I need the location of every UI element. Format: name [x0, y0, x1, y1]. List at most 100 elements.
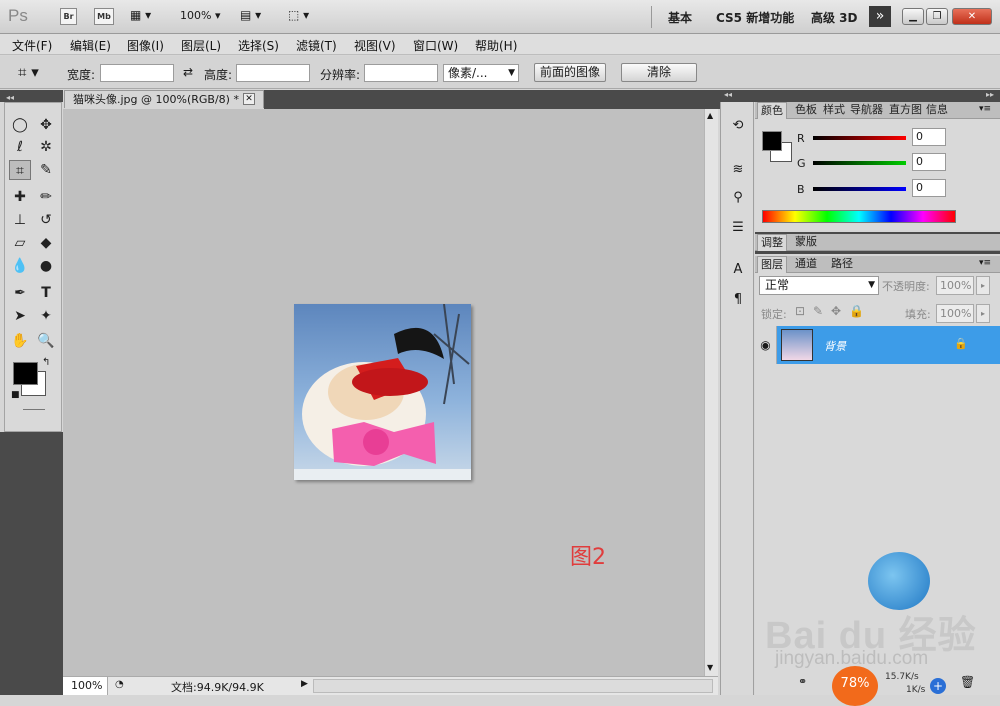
screen-mode-dropdown[interactable]: ⬚ ▾: [288, 8, 309, 22]
layer-name[interactable]: 背景: [824, 338, 846, 354]
horizontal-scrollbar[interactable]: [313, 679, 713, 693]
lasso-tool-icon[interactable]: ℓ: [9, 137, 31, 157]
mini-bridge-button[interactable]: Mb: [94, 8, 114, 25]
tab-histogram[interactable]: 直方图: [886, 102, 925, 119]
blend-mode-select[interactable]: 正常 ▼: [759, 276, 879, 295]
clear-button[interactable]: 清除: [621, 63, 697, 82]
character-panel-icon[interactable]: A: [728, 260, 748, 280]
dodge-tool-icon[interactable]: ●: [35, 256, 57, 276]
shape-tool-icon[interactable]: ✦: [35, 306, 57, 326]
layer-visibility-eye-icon[interactable]: ◉: [755, 326, 777, 364]
tab-layers[interactable]: 图层: [757, 256, 787, 273]
healing-brush-tool-icon[interactable]: ✚: [9, 187, 31, 207]
eraser-tool-icon[interactable]: ▱: [9, 233, 31, 253]
menu-filter[interactable]: 滤镜(T): [296, 37, 337, 54]
menu-edit[interactable]: 编辑(E): [70, 37, 111, 54]
fill-input[interactable]: 100%: [936, 304, 974, 323]
actions-panel-icon[interactable]: ☰: [728, 218, 748, 238]
tab-navigator[interactable]: 导航器: [847, 102, 886, 119]
red-value-input[interactable]: 0: [912, 128, 946, 146]
blue-slider[interactable]: [813, 187, 906, 191]
clone-source-panel-icon[interactable]: ⚲: [728, 188, 748, 208]
workspace-cs5-new[interactable]: CS5 新增功能: [716, 9, 794, 26]
width-input[interactable]: [100, 64, 174, 82]
history-brush-tool-icon[interactable]: ↺: [35, 210, 57, 230]
workspace-essentials[interactable]: 基本: [668, 9, 692, 26]
menu-window[interactable]: 窗口(W): [413, 37, 458, 54]
path-select-tool-icon[interactable]: ➤: [9, 306, 31, 326]
quick-mask-icon[interactable]: [23, 409, 45, 410]
menu-select[interactable]: 选择(S): [238, 37, 279, 54]
height-input[interactable]: [236, 64, 310, 82]
default-colors-icon[interactable]: ■: [11, 390, 20, 400]
front-image-button[interactable]: 前面的图像: [534, 63, 606, 82]
close-window-button[interactable]: ✕: [952, 8, 992, 25]
close-tab-icon[interactable]: ✕: [243, 93, 255, 105]
status-info-icon[interactable]: ◔: [115, 679, 124, 690]
lock-transparent-icon[interactable]: ⊡: [795, 304, 805, 318]
more-workspaces-button[interactable]: »: [869, 6, 891, 27]
lock-position-icon[interactable]: ✥: [831, 304, 841, 318]
paint-bucket-tool-icon[interactable]: ◆: [35, 233, 57, 253]
move-tool-icon[interactable]: ✥: [35, 115, 57, 135]
tab-masks[interactable]: 蒙版: [792, 234, 820, 251]
type-tool-icon[interactable]: T: [35, 283, 57, 303]
brushes-panel-icon[interactable]: ≋: [728, 160, 748, 180]
minimize-button[interactable]: ▁: [902, 8, 924, 25]
clone-stamp-tool-icon[interactable]: ⊥: [9, 210, 31, 230]
resolution-unit-select[interactable]: 像素/... ▼: [443, 64, 519, 82]
hand-tool-icon[interactable]: ✋: [9, 331, 31, 351]
opacity-input[interactable]: 100%: [936, 276, 974, 295]
swap-dimensions-icon[interactable]: ⇄: [183, 65, 193, 79]
paragraph-panel-icon[interactable]: ¶: [728, 290, 748, 310]
zoom-level-dropdown[interactable]: 100% ▾: [180, 9, 220, 22]
add-icon[interactable]: +: [930, 678, 946, 694]
restore-button[interactable]: ❐: [926, 8, 948, 25]
menu-layer[interactable]: 图层(L): [181, 37, 221, 54]
menu-image[interactable]: 图像(I): [127, 37, 164, 54]
green-slider[interactable]: [813, 161, 906, 165]
tab-adjustments[interactable]: 调整: [757, 234, 787, 251]
tab-styles[interactable]: 样式: [820, 102, 848, 119]
green-value-input[interactable]: 0: [912, 153, 946, 171]
tab-color[interactable]: 颜色: [757, 102, 787, 119]
tab-info[interactable]: 信息: [923, 102, 951, 119]
blur-tool-icon[interactable]: 💧: [9, 256, 31, 276]
crop-tool-icon[interactable]: ⌗: [9, 160, 31, 180]
layers-menu-icon[interactable]: ▾≡: [979, 258, 991, 268]
quick-select-tool-icon[interactable]: ✲: [35, 137, 57, 157]
crop-tool-preset-icon[interactable]: ⌗ ▾: [18, 63, 39, 81]
bridge-button[interactable]: Br: [60, 8, 77, 25]
workspace-advanced-3d[interactable]: 高级 3D: [811, 9, 858, 26]
foreground-color-swatch[interactable]: [13, 362, 38, 385]
canvas-area[interactable]: 图2: [63, 109, 704, 676]
lock-pixels-icon[interactable]: ✎: [813, 304, 823, 318]
delete-layer-icon[interactable]: 🗑: [960, 675, 975, 689]
marquee-tool-icon[interactable]: ◯: [9, 115, 31, 135]
scroll-up-arrow-icon[interactable]: ▲: [707, 111, 713, 120]
arrange-documents-dropdown[interactable]: ▤ ▾: [240, 8, 261, 22]
status-menu-arrow-icon[interactable]: ▶: [301, 679, 308, 689]
menu-view[interactable]: 视图(V): [354, 37, 396, 54]
layer-row-background[interactable]: ◉ 背景 🔒: [755, 326, 1000, 364]
scroll-down-arrow-icon[interactable]: ▼: [707, 663, 713, 672]
opacity-slider-arrow-icon[interactable]: ▸: [976, 276, 990, 295]
color-spectrum-ramp[interactable]: [762, 210, 956, 223]
swap-colors-icon[interactable]: ↰: [42, 357, 50, 368]
eyedropper-tool-icon[interactable]: ✎: [35, 160, 57, 180]
lock-all-icon[interactable]: 🔒: [849, 304, 864, 318]
tab-swatches[interactable]: 色板: [792, 102, 820, 119]
brush-tool-icon[interactable]: ✏: [35, 187, 57, 207]
document-tab[interactable]: 猫咪头像.jpg @ 100%(RGB/8) * ✕: [64, 90, 264, 108]
menu-help[interactable]: 帮助(H): [475, 37, 517, 54]
fill-slider-arrow-icon[interactable]: ▸: [976, 304, 990, 323]
red-slider[interactable]: [813, 136, 906, 140]
tab-paths[interactable]: 路径: [828, 256, 856, 273]
menu-file[interactable]: 文件(F): [12, 37, 52, 54]
history-panel-icon[interactable]: ⟲: [728, 116, 748, 136]
blue-value-input[interactable]: 0: [912, 179, 946, 197]
vertical-scrollbar[interactable]: ▲ ▼: [704, 109, 718, 676]
foreground-swatch[interactable]: [762, 131, 782, 151]
view-extras-dropdown[interactable]: ▦ ▾: [130, 8, 160, 25]
zoom-tool-icon[interactable]: 🔍: [35, 331, 57, 351]
